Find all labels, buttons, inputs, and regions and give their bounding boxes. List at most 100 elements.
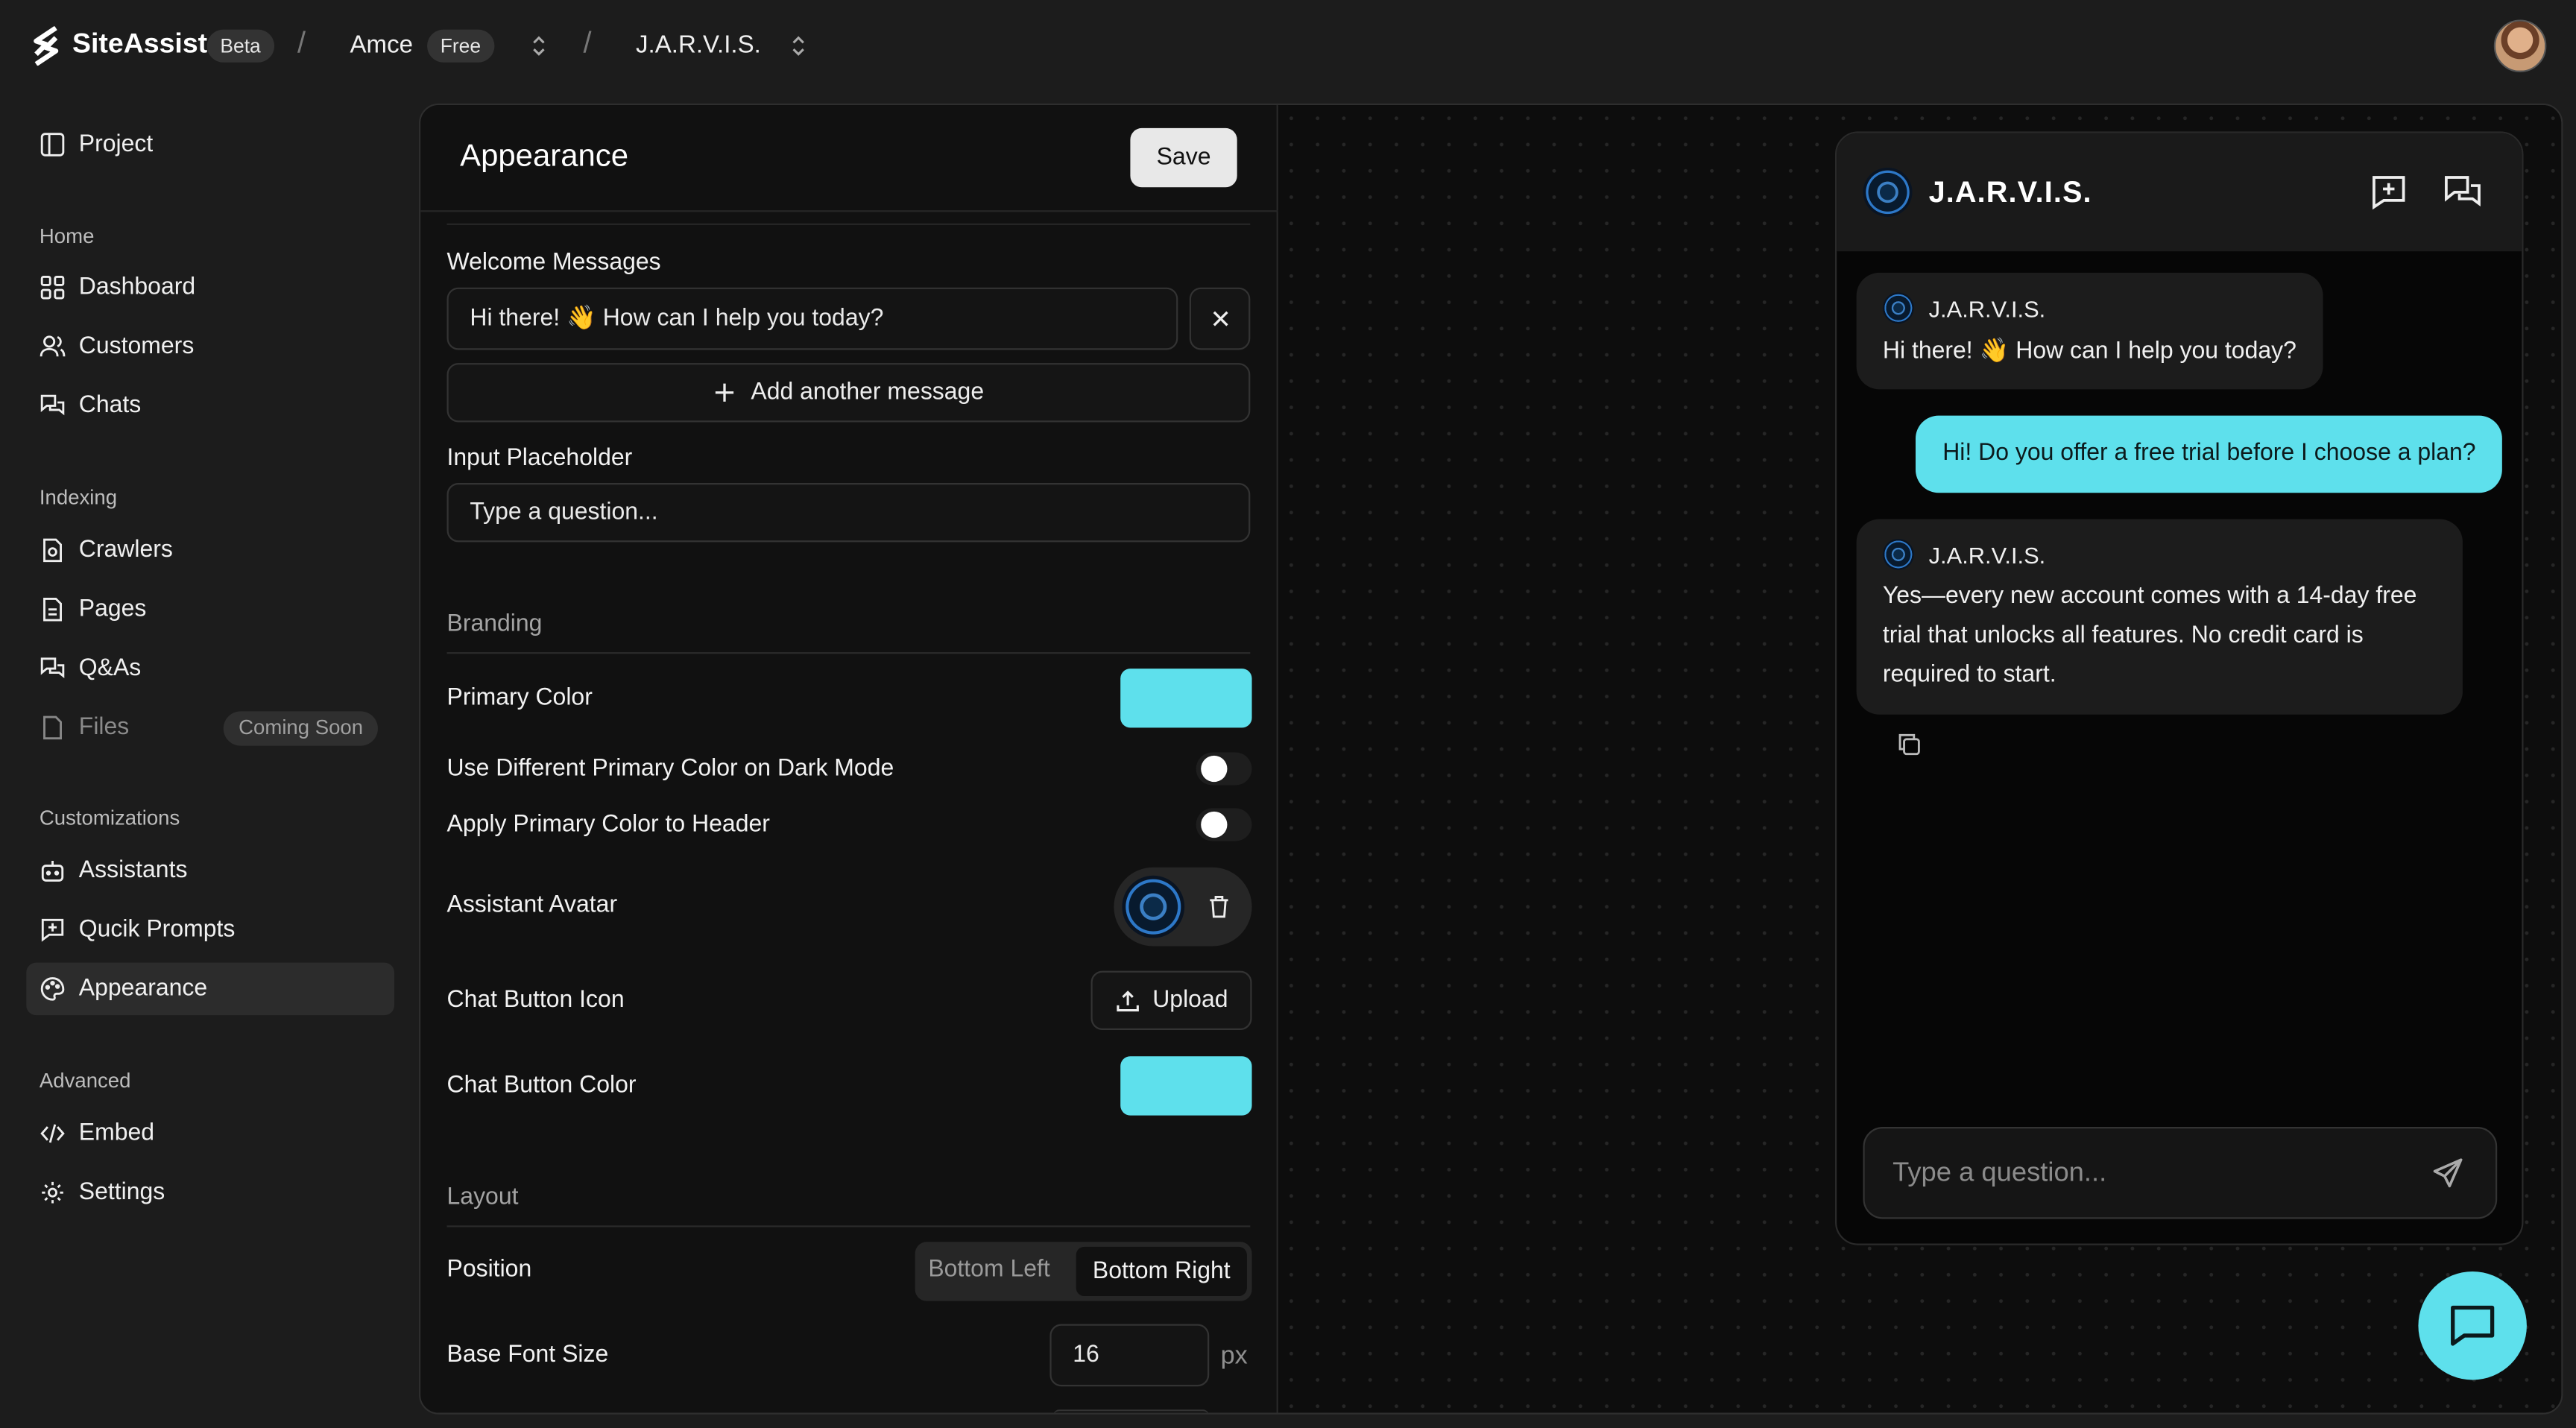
user-avatar[interactable] — [2493, 19, 2547, 72]
breadcrumb-separator: / — [583, 26, 592, 60]
plus-icon — [716, 383, 734, 402]
sidebar-item-crawlers[interactable]: Crawlers — [26, 524, 394, 577]
sidebar-item-label: Qucik Prompts — [78, 916, 236, 944]
header-color-toggle[interactable] — [1196, 808, 1252, 841]
widget-preview: J.A.R.V.I.S. J.A.R.V.I.S. Hi there! 👋 Ho… — [1278, 105, 2562, 1413]
assistant-switcher-icon[interactable] — [790, 33, 806, 59]
dashboard-icon — [40, 275, 65, 300]
scroll-edge — [446, 223, 1251, 225]
position-bottom-right[interactable]: Bottom Right — [1076, 1246, 1247, 1297]
remove-message-button[interactable] — [1189, 287, 1251, 350]
file-icon — [43, 715, 62, 740]
sidebar-item-embed[interactable]: Embed — [26, 1108, 394, 1160]
widget-assistant-name: J.A.R.V.I.S. — [1928, 175, 2092, 209]
add-message-label: Add another message — [751, 379, 985, 406]
section-customizations: Customizations — [39, 806, 180, 830]
sidebar-item-label: Crawlers — [78, 537, 173, 564]
welcome-message-input[interactable]: Hi there! 👋 How can I help you today? — [446, 287, 1178, 350]
gear-icon — [42, 1181, 63, 1204]
input-placeholder-label: Input Placeholder — [446, 445, 633, 472]
sidebar-item-files: Files Coming Soon — [26, 701, 394, 754]
assistant-message: J.A.R.V.I.S. Hi there! 👋 How can I help … — [1856, 272, 2323, 390]
layout-heading: Layout — [446, 1184, 519, 1211]
org-switcher-icon[interactable] — [531, 33, 547, 59]
users-icon — [40, 335, 66, 357]
chat-history-icon[interactable] — [2443, 174, 2482, 210]
dark-mode-color-toggle[interactable] — [1196, 752, 1252, 786]
primary-color-label: Primary Color — [446, 685, 593, 712]
sidebar-item-label: Files — [78, 714, 130, 742]
copy-icon[interactable] — [1896, 731, 1922, 757]
breadcrumb-separator: / — [297, 26, 306, 60]
chat-launcher-button[interactable] — [2418, 1271, 2527, 1380]
sidebar-item-customers[interactable]: Customers — [26, 320, 394, 373]
font-size-unit: px — [1220, 1342, 1248, 1371]
sidebar-item-label: Chats — [78, 392, 142, 420]
section-advanced: Advanced — [39, 1069, 131, 1093]
widget-header: J.A.R.V.I.S. — [1837, 133, 2522, 252]
panel-icon — [40, 133, 65, 157]
palette-icon — [40, 977, 65, 1001]
next-field-edge — [1052, 1409, 1210, 1412]
org-name[interactable]: Amce — [350, 31, 413, 59]
branding-heading: Branding — [446, 610, 543, 638]
assistant-name[interactable]: J.A.R.V.I.S. — [636, 31, 761, 59]
sidebar-item-assistants[interactable]: Assistants — [26, 844, 394, 897]
chats-icon — [40, 394, 65, 416]
save-button[interactable]: Save — [1130, 127, 1237, 188]
message-text: Hi there! 👋 How can I help you today? — [1882, 338, 2296, 365]
sidebar: Project Home Dashboard Customers Chats I… — [0, 92, 419, 1427]
chat-button-icon-label: Chat Button Icon — [446, 987, 625, 1014]
sidebar-item-qas[interactable]: Q&As — [26, 642, 394, 695]
widget-message-input[interactable]: Type a question... — [1863, 1127, 2498, 1219]
sidebar-item-label: Dashboard — [78, 274, 196, 301]
position-label: Position — [446, 1257, 532, 1283]
message-sender: J.A.R.V.I.S. — [1928, 295, 2046, 323]
divider — [446, 652, 1251, 654]
font-size-input[interactable]: 16 — [1049, 1324, 1210, 1387]
send-icon[interactable] — [2431, 1157, 2464, 1190]
welcome-messages-label: Welcome Messages — [446, 250, 661, 277]
sidebar-item-chats[interactable]: Chats — [26, 379, 394, 432]
upload-icon — [1116, 989, 1138, 1011]
message-text-line: trial that unlocks all features. No cred… — [1882, 622, 2364, 649]
assistant-message: J.A.R.V.I.S. Yes—every new account comes… — [1856, 519, 2463, 715]
page-title: Appearance — [460, 139, 628, 174]
settings-header: Appearance Save — [420, 105, 1278, 212]
assistant-avatar-image[interactable] — [1122, 875, 1185, 938]
crawler-icon — [43, 538, 62, 563]
message-avatar — [1882, 538, 1914, 570]
sidebar-item-label: Embed — [78, 1120, 155, 1147]
top-bar: SiteAssist Beta / Amce Free / J.A.R.V.I.… — [0, 0, 2576, 92]
sidebar-item-quick-prompts[interactable]: Qucik Prompts — [26, 903, 394, 956]
brand-name[interactable]: SiteAssist — [72, 28, 207, 60]
position-selector: Bottom Left Bottom Right — [915, 1242, 1252, 1301]
chat-button-color-swatch[interactable] — [1120, 1056, 1252, 1116]
page-icon — [43, 597, 62, 622]
main-panel: Appearance Save Welcome Messages Hi ther… — [419, 103, 2563, 1415]
chat-button-color-label: Chat Button Color — [446, 1072, 637, 1099]
section-home: Home — [39, 224, 95, 248]
sidebar-item-label: Appearance — [78, 976, 208, 1002]
input-placeholder-field[interactable]: Type a question... — [446, 483, 1251, 543]
sidebar-item-dashboard[interactable]: Dashboard — [26, 261, 394, 314]
sidebar-item-appearance[interactable]: Appearance — [26, 962, 394, 1016]
add-message-button[interactable]: Add another message — [446, 363, 1251, 423]
primary-color-swatch[interactable] — [1120, 669, 1252, 728]
sidebar-item-settings[interactable]: Settings — [26, 1166, 394, 1219]
header-color-label: Apply Primary Color to Header — [446, 811, 770, 838]
code-icon — [40, 1124, 65, 1143]
upload-button[interactable]: Upload — [1090, 970, 1252, 1030]
chat-bubble-icon — [2451, 1305, 2495, 1346]
message-avatar — [1882, 292, 1914, 324]
sidebar-item-pages[interactable]: Pages — [26, 583, 394, 636]
sidebar-item-project[interactable]: Project — [26, 119, 394, 171]
sidebar-item-label: Assistants — [78, 857, 188, 884]
assistant-avatar-label: Assistant Avatar — [446, 891, 618, 919]
new-chat-icon[interactable] — [2371, 174, 2407, 210]
message-text-line: required to start. — [1882, 662, 2056, 689]
sidebar-item-label: Q&As — [78, 655, 142, 682]
trash-icon[interactable] — [1206, 894, 1232, 920]
base-font-size-label: Base Font Size — [446, 1342, 609, 1369]
position-bottom-left[interactable]: Bottom Left — [928, 1257, 1049, 1283]
